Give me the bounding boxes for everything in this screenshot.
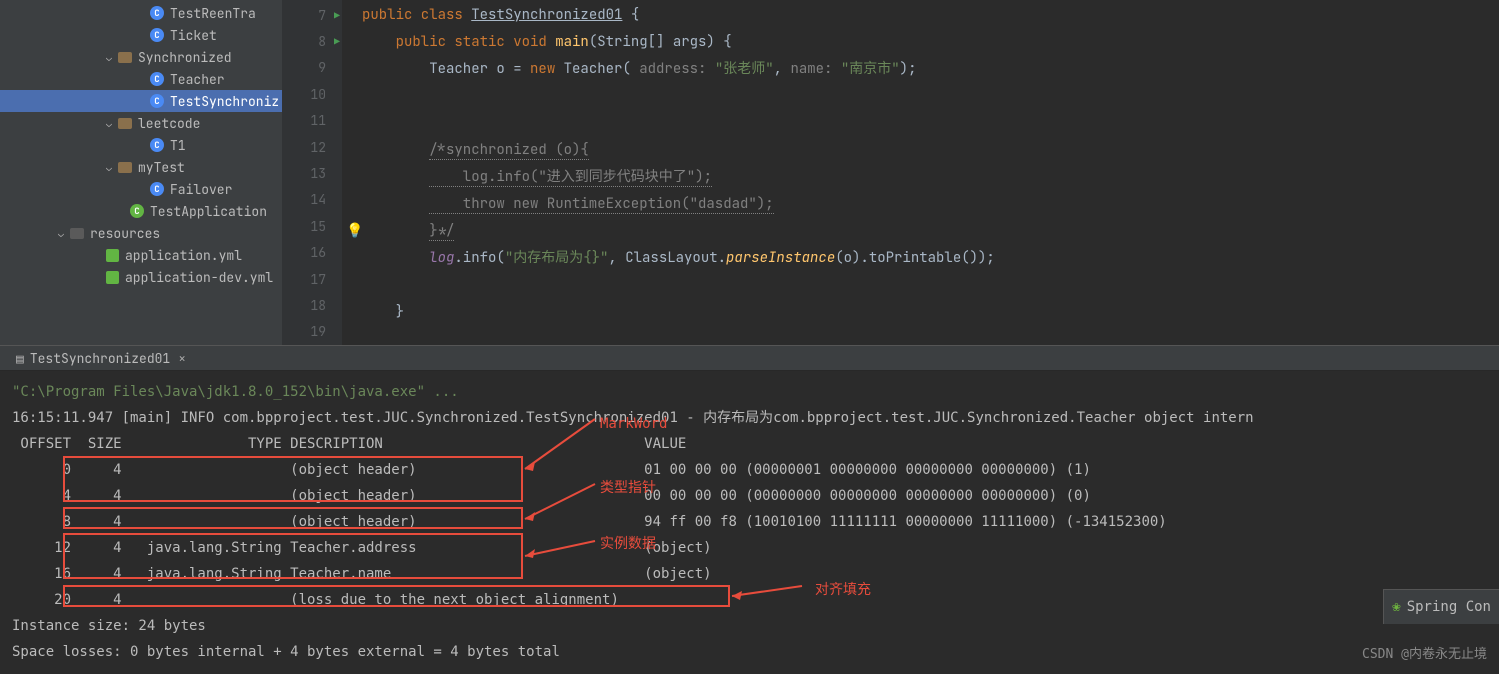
console-header: OFFSET SIZE TYPE DESCRIPTION VALUE: [12, 431, 1487, 457]
console-line: 16:15:11.947 [main] INFO com.bpproject.t…: [12, 405, 1487, 431]
tree-item[interactable]: application-dev.yml: [0, 266, 282, 288]
tree-item[interactable]: application.yml: [0, 244, 282, 266]
console-row: 16 4 java.lang.String Teacher.name (obje…: [12, 561, 1487, 587]
console-line: Instance size: 24 bytes: [12, 613, 1487, 639]
chevron-down-icon: ⌄: [106, 117, 118, 130]
code-editor[interactable]: public class TestSynchronized01 { public…: [342, 0, 1499, 345]
bulb-icon[interactable]: 💡: [346, 218, 363, 245]
spring-tool-button[interactable]: ❀ Spring Con: [1383, 589, 1499, 624]
run-tab[interactable]: ▤ TestSynchronized01 ×: [8, 345, 194, 371]
console-line: Space losses: 0 bytes internal + 4 bytes…: [12, 639, 1487, 665]
run-icon[interactable]: ▶: [334, 9, 340, 22]
console-line: "C:\Program Files\Java\jdk1.8.0_152\bin\…: [12, 384, 459, 400]
line-number[interactable]: 12: [282, 134, 342, 160]
line-number[interactable]: 16: [282, 240, 342, 266]
tree-item[interactable]: CFailover: [0, 178, 282, 200]
spring-icon: ❀: [1392, 594, 1400, 620]
line-number[interactable]: 15: [282, 213, 342, 239]
line-number[interactable]: 19: [282, 319, 342, 345]
console-row: 8 4 (object header) 94 ff 00 f8 (1001010…: [12, 509, 1487, 535]
chevron-down-icon: ⌄: [106, 161, 118, 174]
tree-folder[interactable]: ⌄Synchronized: [0, 46, 282, 68]
line-number[interactable]: 7▶: [282, 2, 342, 28]
project-tree: CTestReenTra CTicket ⌄Synchronized CTeac…: [0, 0, 282, 345]
line-number[interactable]: 17: [282, 266, 342, 292]
editor-gutter: 7▶ 8▶ 9 10 11 12 13 14 15 16 17 18 19: [282, 0, 342, 345]
chevron-down-icon: ⌄: [106, 51, 118, 64]
tree-item[interactable]: CTestApplication: [0, 200, 282, 222]
console-row: 12 4 java.lang.String Teacher.address (o…: [12, 535, 1487, 561]
tree-item[interactable]: CTestReenTra: [0, 2, 282, 24]
console-row: 0 4 (object header) 01 00 00 00 (0000000…: [12, 457, 1487, 483]
chevron-down-icon: ⌄: [58, 227, 70, 240]
run-icon[interactable]: ▶: [334, 35, 340, 48]
line-number[interactable]: 9: [282, 55, 342, 81]
console-output[interactable]: "C:\Program Files\Java\jdk1.8.0_152\bin\…: [0, 371, 1499, 674]
tree-item[interactable]: CTicket: [0, 24, 282, 46]
annotation-label: 实例数据: [600, 531, 656, 557]
line-number[interactable]: 13: [282, 160, 342, 186]
tree-item[interactable]: CT1: [0, 134, 282, 156]
tree-folder[interactable]: ⌄leetcode: [0, 112, 282, 134]
tree-folder[interactable]: ⌄resources: [0, 222, 282, 244]
tree-item-selected[interactable]: CTestSynchroniz: [0, 90, 282, 112]
annotation-label: MarkWord: [600, 411, 667, 437]
annotation-label: 类型指针: [600, 475, 656, 501]
close-icon[interactable]: ×: [178, 350, 186, 367]
tree-folder[interactable]: ⌄myTest: [0, 156, 282, 178]
line-number[interactable]: 14: [282, 187, 342, 213]
console-row: 20 4 (loss due to the next object alignm…: [12, 587, 1487, 613]
tree-item[interactable]: CTeacher: [0, 68, 282, 90]
line-number[interactable]: 11: [282, 108, 342, 134]
line-number[interactable]: 8▶: [282, 28, 342, 54]
annotation-label: 对齐填充: [815, 577, 871, 603]
run-config-icon: ▤: [16, 350, 24, 367]
watermark: CSDN @内卷永无止境: [1362, 642, 1487, 668]
line-number[interactable]: 10: [282, 81, 342, 107]
line-number[interactable]: 18: [282, 292, 342, 318]
console-row: 4 4 (object header) 00 00 00 00 (0000000…: [12, 483, 1487, 509]
